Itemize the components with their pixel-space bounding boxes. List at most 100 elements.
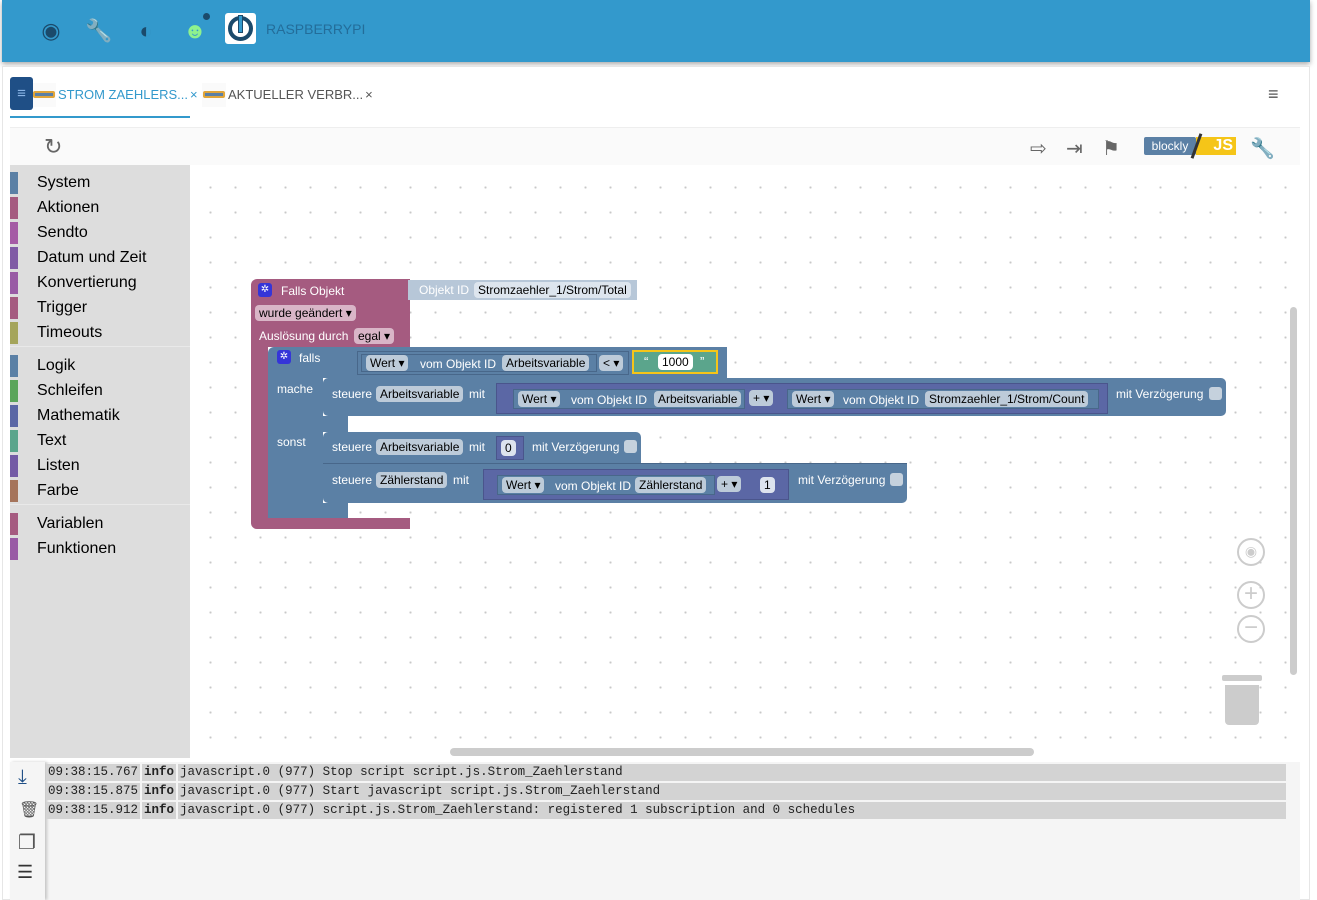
blockly-icon — [202, 82, 226, 107]
toolbox-sidebar: System Aktionen Sendto Datum und Zeit Ko… — [10, 165, 190, 758]
category-aktionen[interactable]: Aktionen — [10, 195, 190, 220]
horizontal-scrollbar[interactable] — [450, 748, 1034, 756]
wert-dropdown[interactable]: Wert ▾ — [366, 355, 409, 371]
import-icon[interactable]: ⇥ — [1066, 136, 1083, 161]
scroll-down-icon[interactable]: ⤓ — [18, 766, 27, 789]
log-row: 09:38:15.875 info javascript.0 (977) Start… — [46, 783, 1287, 800]
object-id-field[interactable]: Arbeitsvariable — [654, 391, 742, 407]
category-text[interactable]: Text — [10, 428, 190, 453]
category-datum-und-zeit[interactable]: Datum und Zeit — [10, 245, 190, 270]
category-funktionen[interactable]: Funktionen — [10, 536, 190, 561]
zoom-in-icon[interactable]: + — [1237, 581, 1265, 609]
number-block[interactable]: 0 — [496, 436, 524, 460]
tab-aktueller-verbrauch[interactable]: AKTUELLER VERBR... × — [202, 70, 373, 119]
get-value-block[interactable]: Wert ▾ vom Objekt ID Stromzaehler_1/Stro… — [787, 389, 1099, 409]
category-sendto[interactable]: Sendto — [10, 220, 190, 245]
top-bar: ◉ 🔧 ◐ ☻ RASPBERRYPI — [2, 0, 1310, 62]
toolbar: ↻ ⇨ ⇥ ⚑ 🔧 — [10, 127, 1300, 165]
target-field[interactable]: Zählerstand — [376, 472, 448, 488]
get-value-block[interactable]: Wert ▾ vom Objekt ID Arbeitsvariable — [361, 354, 597, 372]
category-listen[interactable]: Listen — [10, 453, 190, 478]
math-block[interactable]: Wert ▾ vom Objekt ID Arbeitsvariable + ▾… — [496, 383, 1108, 414]
toggle-view-icon[interactable]: ☰ — [17, 862, 33, 883]
number-field[interactable]: 1 — [760, 477, 775, 493]
checkered-flag-icon[interactable]: ⚑ — [1102, 136, 1120, 161]
iobroker-logo — [225, 13, 256, 44]
wert-dropdown[interactable]: Wert ▾ — [502, 477, 545, 493]
category-timeouts[interactable]: Timeouts — [10, 320, 190, 345]
operator-dropdown[interactable]: + ▾ — [717, 476, 742, 492]
export-icon[interactable]: ⇨ — [1030, 136, 1047, 161]
trash-icon[interactable] — [1222, 675, 1262, 725]
trigger-dropdown[interactable]: egal ▾ — [354, 328, 395, 344]
category-schleifen[interactable]: Schleifen — [10, 378, 190, 403]
gear-icon[interactable]: ✲ — [277, 350, 291, 364]
set-state-block[interactable]: steuere Arbeitsvariable mit mit Verzöger… — [323, 378, 1226, 416]
object-id-field[interactable]: Stromzaehler_1/Strom/Count — [925, 391, 1089, 407]
delay-checkbox[interactable] — [1209, 387, 1222, 400]
category-farbe[interactable]: Farbe — [10, 478, 190, 503]
brightness-icon[interactable]: ◐ — [133, 18, 159, 44]
recenter-icon[interactable]: ◉ — [1237, 538, 1265, 566]
category-mathematik[interactable]: Mathematik — [10, 403, 190, 428]
object-id-field[interactable]: Arbeitsvariable — [502, 355, 590, 371]
compare-block[interactable]: Wert ▾ vom Objekt ID Arbeitsvariable < ▾ — [357, 351, 629, 375]
block-label: steuere — [332, 473, 373, 487]
menu-icon[interactable]: ≡ — [10, 77, 33, 110]
block-label: falls — [299, 351, 321, 365]
vertical-scrollbar[interactable] — [1290, 307, 1297, 675]
target-field[interactable]: Arbeitsvariable — [376, 439, 464, 455]
event-block-body — [251, 347, 268, 522]
close-icon[interactable]: × — [365, 87, 373, 102]
blockly-label: blockly — [1144, 137, 1196, 155]
category-system[interactable]: System — [10, 170, 190, 195]
operator-dropdown[interactable]: + ▾ — [749, 390, 774, 406]
eye-icon[interactable]: ◉ — [38, 18, 64, 44]
get-value-block[interactable]: Wert ▾ vom Objekt ID Zählerstand — [497, 475, 715, 495]
text-value-field[interactable]: 1000 — [658, 354, 693, 370]
block-label: mache — [277, 382, 314, 396]
delete-icon[interactable]: 🗑 — [19, 800, 39, 820]
math-block[interactable]: Wert ▾ vom Objekt ID Zählerstand + ▾ 1 — [483, 469, 789, 500]
category-konvertierung[interactable]: Konvertierung — [10, 270, 190, 295]
wrench-icon[interactable]: 🔧 — [1250, 136, 1275, 161]
category-logik[interactable]: Logik — [10, 353, 190, 378]
blockly-icon — [32, 82, 56, 107]
block-label: mit — [453, 473, 469, 487]
object-id-field[interactable]: Stromzaehler_1/Strom/Total — [474, 282, 631, 298]
delay-checkbox[interactable] — [624, 440, 637, 453]
category-variablen[interactable]: Variablen — [10, 511, 190, 536]
close-icon[interactable]: × — [190, 87, 198, 102]
mode-dropdown[interactable]: wurde geändert ▾ — [255, 305, 356, 321]
object-id-field[interactable]: Zählerstand — [635, 477, 707, 493]
text-block[interactable]: “ 1000 ” — [632, 350, 718, 374]
zoom-out-icon[interactable]: − — [1237, 615, 1265, 643]
set-state-block[interactable]: steuere Zählerstand mit Wert ▾ vom Objek… — [323, 463, 907, 503]
refresh-icon[interactable]: ↻ — [44, 134, 62, 160]
block-label: mit Verzögerung — [798, 473, 886, 487]
target-field[interactable]: Arbeitsvariable — [376, 386, 464, 402]
delay-checkbox[interactable] — [890, 473, 903, 486]
menu-lines-icon[interactable]: ≡ — [1268, 84, 1279, 105]
object-id-block[interactable]: Objekt ID Stromzaehler_1/Strom/Total — [408, 280, 637, 300]
host-name: RASPBERRYPI — [266, 21, 366, 37]
get-value-block[interactable]: Wert ▾ vom Objekt ID Arbeitsvariable — [513, 389, 745, 409]
head-icon[interactable]: ☻ — [182, 18, 208, 44]
block-label: sonst — [277, 435, 306, 449]
copy-icon[interactable]: ❐ — [18, 830, 36, 855]
block-label: Falls Objekt — [281, 284, 345, 298]
if-block-bottom — [268, 503, 348, 518]
gear-icon[interactable]: ✲ — [258, 283, 272, 297]
block-label: mit — [469, 440, 485, 454]
blockly-js-toggle[interactable]: blockly JS — [1140, 133, 1238, 159]
number-field[interactable]: 0 — [501, 440, 516, 456]
wert-dropdown[interactable]: Wert ▾ — [792, 391, 835, 407]
set-state-block[interactable]: steuere Arbeitsvariable mit 0 mit Verzög… — [323, 432, 641, 463]
wert-dropdown[interactable]: Wert ▾ — [518, 391, 561, 407]
operator-dropdown[interactable]: < ▾ — [599, 355, 624, 371]
wrench-icon[interactable]: 🔧 — [85, 18, 112, 44]
category-trigger[interactable]: Trigger — [10, 295, 190, 320]
script-tabs: STROM ZAEHLERS... × AKTUELLER VERBR... ×… — [10, 70, 1300, 119]
block-label: Auslösung durch — [259, 329, 349, 343]
tab-strom-zaehlerstand[interactable]: STROM ZAEHLERS... × — [32, 70, 198, 119]
